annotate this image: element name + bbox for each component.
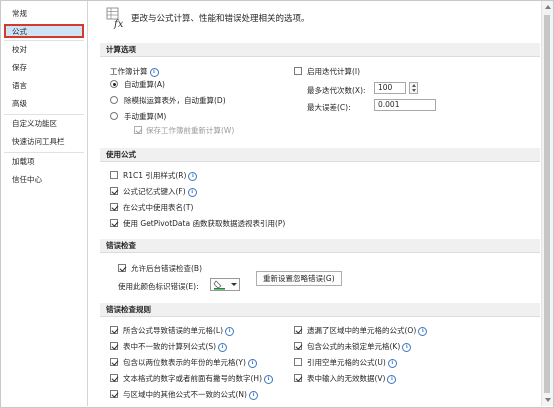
sidebar-item-general[interactable]: 常规 [4,7,84,21]
section-calculation-options: 计算选项 [100,43,540,57]
rule-numbers-as-text-label[interactable]: 文本格式的数字或者前面有撇号的数字(H) i [123,373,273,384]
info-icon: i [225,327,235,336]
checkbox-rule-omit-cells[interactable] [294,326,302,334]
reset-ignored-errors-button[interactable]: 重新设置忽略错误(G) [256,271,342,286]
page-description: 更改与公式计算、性能和错误处理相关的选项。 [131,14,310,24]
info-icon: i [387,359,397,368]
sidebar-separator [4,40,84,41]
radio-automatic[interactable] [110,80,118,88]
checkbox-rule-invalid-data[interactable] [294,374,302,382]
checkbox-formula-autocomplete[interactable] [110,187,118,195]
formula-fx-icon: fx [106,7,128,30]
checkbox-getpivotdata[interactable] [110,219,118,227]
max-iterations-input[interactable]: 100 [374,82,406,94]
rule-omit-cells-label[interactable]: 遗漏了区域中的单元格的公式(O) i [307,325,428,336]
info-icon: i [248,391,258,400]
radio-manual-label[interactable]: 手动重算(M) [124,111,166,122]
table-names-label[interactable]: 在公式中使用表名(T) [123,202,193,213]
formulas-options-panel: fx 更改与公式计算、性能和错误处理相关的选项。 计算选项 工作簿计算 i 自动重… [88,1,540,406]
rule-inconsistent-formula-label[interactable]: 与区域中的其他公式不一致的公式(N) i [123,389,258,400]
info-icon: i [188,172,198,181]
scroll-up-arrow-icon[interactable] [545,5,551,9]
checkbox-background-error-checking[interactable] [118,264,126,272]
sidebar-item-formulas[interactable]: 公式 [4,24,84,38]
info-icon: i [187,188,197,197]
sidebar-item-trust-center[interactable]: 信任中心 [4,173,84,187]
max-iterations-label: 最多迭代次数(X): [307,86,366,95]
background-error-checking-label[interactable]: 允许后台错误检查(B) [131,263,202,274]
checkbox-rule-unlocked-cells[interactable] [294,342,302,350]
sidebar-separator [4,114,84,115]
sidebar-item-quick-access-toolbar[interactable]: 快速访问工具栏 [4,135,84,149]
checkbox-rule-formula-errors[interactable] [110,326,118,334]
radio-automatic-label[interactable]: 自动重算(A) [124,79,165,90]
info-icon: i [264,375,273,384]
max-change-label: 最大误差(C): [307,103,351,112]
rule-two-digit-years-label[interactable]: 包含以两位数表示的年份的单元格(Y) i [123,357,257,368]
checkbox-r1c1[interactable] [110,171,118,179]
rule-empty-cells-label[interactable]: 引用空单元格的公式(U) i [307,357,397,368]
workbook-calculation-label: 工作簿计算 i [110,66,159,77]
rule-inconsistent-column-label[interactable]: 表中不一致的计算列公式(S) i [123,341,228,352]
info-icon: i [402,343,412,352]
section-error-checking: 错误检查 [100,239,540,253]
info-icon: i [387,375,397,384]
checkbox-rule-inconsistent-formula[interactable] [110,390,118,398]
getpivotdata-label[interactable]: 使用 GetPivotData 函数获取数据透视表引用(P) [123,218,285,229]
checkbox-rule-numbers-as-text[interactable] [110,374,118,382]
formula-autocomplete-label[interactable]: 公式记忆式键入(F) i [123,186,197,197]
sidebar-item-proofing[interactable]: 校对 [4,43,84,57]
section-working-with-formulas: 使用公式 [100,148,540,162]
rule-unlocked-cells-label[interactable]: 包含公式的未锁定单元格(K) i [307,341,412,352]
rule-invalid-data-label[interactable]: 表中输入的无效数据(V) i [307,373,397,384]
sidebar-item-advanced[interactable]: 高级 [4,97,84,111]
checkbox-rule-inconsistent-column[interactable] [110,342,118,350]
checkbox-table-names[interactable] [110,203,118,211]
rule-formula-errors-label[interactable]: 所含公式导致错误的单元格(L) i [123,325,235,336]
info-icon: i [218,343,228,352]
paint-bucket-icon [213,280,237,290]
sidebar-item-save[interactable]: 保存 [4,61,84,75]
scroll-thumb[interactable] [544,15,550,393]
section-error-checking-rules: 错误检查规则 [100,303,540,317]
options-sidebar: 常规 公式 校对 保存 语言 高级 自定义功能区 快速访问工具栏 加载项 信任中… [1,1,88,406]
checkbox-enable-iterative[interactable] [294,67,302,75]
info-icon: i [418,327,428,336]
r1c1-label[interactable]: R1C1 引用样式(R) i [123,170,198,181]
radio-auto-except-tables[interactable] [110,96,118,104]
vertical-scrollbar[interactable] [541,1,553,406]
max-change-input[interactable]: 0.001 [374,99,436,111]
sidebar-item-add-ins[interactable]: 加载项 [4,155,84,169]
enable-iterative-label[interactable]: 启用迭代计算(I) [307,66,360,77]
radio-auto-except-tables-label[interactable]: 除模拟运算表外，自动重算(D) [124,95,226,106]
scroll-down-arrow-icon[interactable] [545,398,551,402]
radio-manual[interactable] [110,112,118,120]
checkbox-recalc-before-save[interactable] [134,126,142,134]
error-color-picker[interactable] [210,278,240,291]
sidebar-separator [4,152,84,153]
info-icon: i [247,359,257,368]
error-color-label: 使用此颜色标识错误(E): [118,282,199,291]
sidebar-item-customize-ribbon[interactable]: 自定义功能区 [4,117,84,131]
info-icon: i [149,68,159,77]
sidebar-item-language[interactable]: 语言 [4,79,84,93]
checkbox-rule-two-digit-years[interactable] [110,358,118,366]
recalc-before-save-label[interactable]: 保存工作簿前重新计算(W) [146,125,234,136]
svg-text:fx: fx [113,19,124,29]
checkbox-rule-empty-cells[interactable] [294,358,302,366]
max-iterations-spinner[interactable] [409,82,418,94]
